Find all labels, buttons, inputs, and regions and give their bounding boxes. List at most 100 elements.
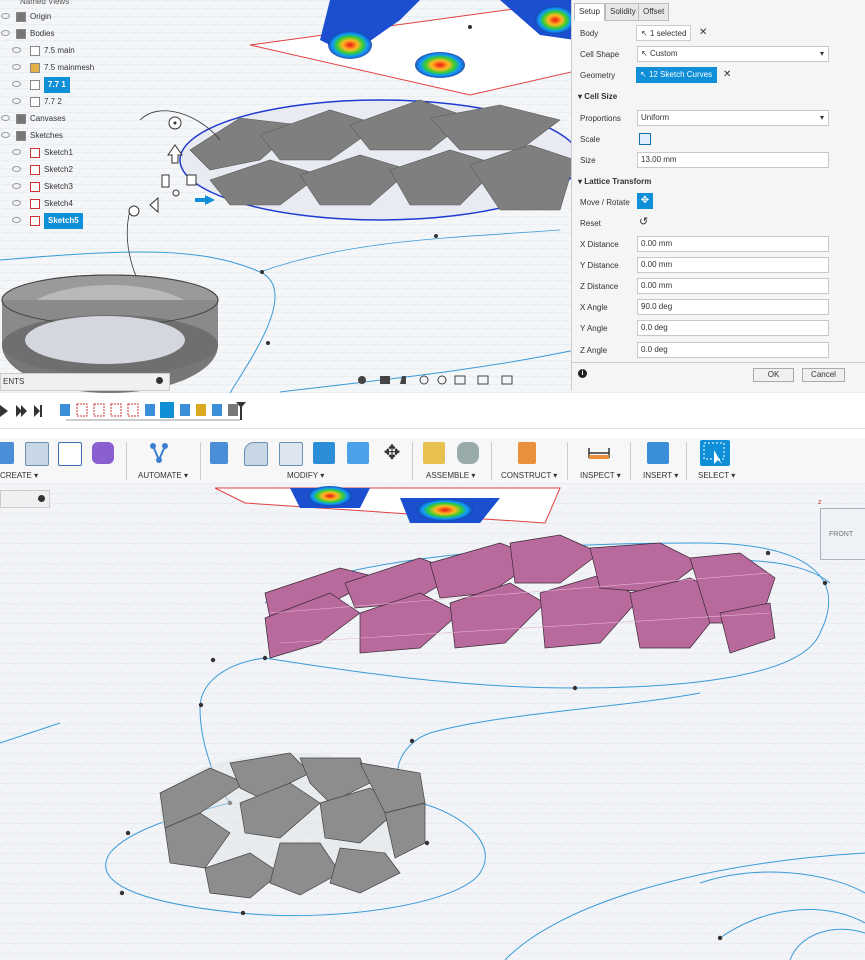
browser-item[interactable]: Sketch4 <box>0 196 110 212</box>
z-distance-input[interactable]: 0.00 mm <box>637 278 829 294</box>
pattern-icon[interactable] <box>58 442 82 466</box>
shell-icon[interactable] <box>279 442 303 466</box>
step-forward-icon[interactable] <box>16 405 27 417</box>
create-menu[interactable]: CREATE ▾ <box>0 471 38 480</box>
replace-face-icon[interactable] <box>347 442 369 464</box>
browser-item-label: 7.5 main <box>44 46 75 55</box>
folder-icon <box>16 114 26 124</box>
view-cube[interactable]: FRONT <box>820 508 865 560</box>
browser-item[interactable]: 7.5 mainmesh <box>0 60 110 76</box>
bottom-viewport[interactable]: FRONT z <box>0 483 865 960</box>
collapse-icon[interactable] <box>38 495 45 502</box>
visibility-eye-icon[interactable] <box>12 200 21 206</box>
browser-item[interactable]: Sketch2 <box>0 162 110 178</box>
measure-icon[interactable] <box>588 442 610 464</box>
automate-menu[interactable]: AUTOMATE ▾ <box>138 471 188 480</box>
scale-icon[interactable] <box>639 133 651 145</box>
automate-icon[interactable] <box>148 442 170 464</box>
move-icon[interactable]: ✥ <box>381 442 403 464</box>
y-angle-input[interactable]: 0.0 deg <box>637 320 829 336</box>
inspect-menu[interactable]: INSPECT ▾ <box>580 471 621 480</box>
clear-geometry-icon[interactable]: ✕ <box>723 69 731 80</box>
browser-item[interactable]: 7.7 1 <box>0 77 110 93</box>
cancel-button[interactable]: Cancel <box>802 368 845 382</box>
visibility-eye-icon[interactable] <box>12 81 21 87</box>
orbit-icon <box>358 376 366 384</box>
visibility-eye-icon[interactable] <box>1 13 10 19</box>
browser-item-label: Sketch1 <box>44 148 73 157</box>
press-pull-icon[interactable] <box>210 442 228 464</box>
select-menu[interactable]: SELECT ▾ <box>698 471 735 480</box>
visibility-eye-icon[interactable] <box>12 98 21 104</box>
move-rotate-icon[interactable]: ✥ <box>637 193 653 209</box>
browser-item[interactable]: Sketch1 <box>0 145 110 161</box>
x-distance-input[interactable]: 0.00 mm <box>637 236 829 252</box>
assemble-menu[interactable]: ASSEMBLE ▾ <box>426 471 475 480</box>
browser-item[interactable]: 7.7 2 <box>0 94 110 110</box>
visibility-eye-icon[interactable] <box>1 132 10 138</box>
modify-menu[interactable]: MODIFY ▾ <box>287 471 324 480</box>
joint-icon[interactable] <box>457 442 479 464</box>
ok-button[interactable]: OK <box>753 368 794 382</box>
x-angle-input[interactable]: 90.0 deg <box>637 299 829 315</box>
play-icon[interactable] <box>0 405 8 417</box>
combine-icon[interactable] <box>313 442 335 464</box>
browser-item[interactable]: Origin <box>0 9 110 25</box>
cell-shape-select[interactable]: ↖ Custom ▾ <box>637 46 829 62</box>
visibility-eye-icon[interactable] <box>12 47 21 53</box>
browser-item[interactable]: 7.5 main <box>0 43 110 59</box>
browser-item[interactable]: Sketch3 <box>0 179 110 195</box>
collapse-icon[interactable] <box>156 377 163 384</box>
x-distance-label: X Distance <box>580 240 619 249</box>
extrude-icon[interactable] <box>0 442 14 464</box>
tab-offset[interactable]: Offset <box>638 3 670 21</box>
reset-icon[interactable]: ↺ <box>639 215 648 228</box>
tab-solidity[interactable]: Solidity <box>605 3 641 21</box>
zoom-icon <box>419 375 429 385</box>
tab-setup[interactable]: Setup <box>574 3 605 21</box>
revolve-icon[interactable] <box>25 442 49 466</box>
visibility-eye-icon[interactable] <box>12 64 21 70</box>
go-to-end-icon[interactable] <box>34 405 40 417</box>
info-icon[interactable]: i <box>578 369 587 378</box>
visibility-eye-icon[interactable] <box>1 115 10 121</box>
fit-icon <box>437 375 447 385</box>
insert-menu[interactable]: INSERT ▾ <box>643 471 678 480</box>
size-input[interactable]: 13.00 mm <box>637 152 829 168</box>
visibility-eye-icon[interactable] <box>1 30 10 36</box>
automate-label: AUTOMATE <box>138 471 182 480</box>
z-angle-input[interactable]: 0.0 deg <box>637 342 829 358</box>
insert-canvas-icon[interactable] <box>647 442 669 464</box>
cell-size-section[interactable]: ▾ Cell Size <box>578 92 617 101</box>
clear-body-icon[interactable]: ✕ <box>699 27 707 38</box>
offset-plane-icon[interactable] <box>518 442 536 464</box>
proportions-select[interactable]: Uniform ▾ <box>637 110 829 126</box>
timeline-features[interactable] <box>60 402 238 418</box>
body-selector[interactable]: ↖ 1 selected <box>636 25 692 41</box>
construct-menu[interactable]: CONSTRUCT ▾ <box>501 471 557 480</box>
form-icon[interactable] <box>92 442 114 464</box>
lattice-transform-section[interactable]: ▾ Lattice Transform <box>578 177 651 186</box>
chevron-down-icon: ▾ <box>819 113 824 122</box>
comments-panel[interactable]: ENTS <box>0 373 170 391</box>
browser-item[interactable]: Canvases <box>0 111 110 127</box>
fillet-icon[interactable] <box>244 442 268 466</box>
browser-item-label: Origin <box>30 12 52 21</box>
bottom-panel-collapsed[interactable] <box>0 490 50 508</box>
construct-label: CONSTRUCT <box>501 471 552 480</box>
z-distance-label: Z Distance <box>580 282 619 291</box>
new-component-icon[interactable] <box>423 442 445 464</box>
browser-item[interactable]: Bodies <box>0 26 110 42</box>
bottom-canvas-graphics[interactable] <box>0 483 865 960</box>
y-distance-input[interactable]: 0.00 mm <box>637 257 829 273</box>
geometry-selector[interactable]: ↖ 12 Sketch Curves <box>636 67 717 83</box>
browser-item-label: Sketch3 <box>44 182 73 191</box>
visibility-eye-icon[interactable] <box>12 166 21 172</box>
browser-item[interactable]: Sketches <box>0 128 110 144</box>
visibility-eye-icon[interactable] <box>12 183 21 189</box>
select-icon[interactable] <box>700 440 730 466</box>
browser-item[interactable]: Sketch5 <box>0 213 110 229</box>
visibility-eye-icon[interactable] <box>12 149 21 155</box>
visibility-eye-icon[interactable] <box>12 217 21 223</box>
sketch-icon <box>30 199 40 209</box>
